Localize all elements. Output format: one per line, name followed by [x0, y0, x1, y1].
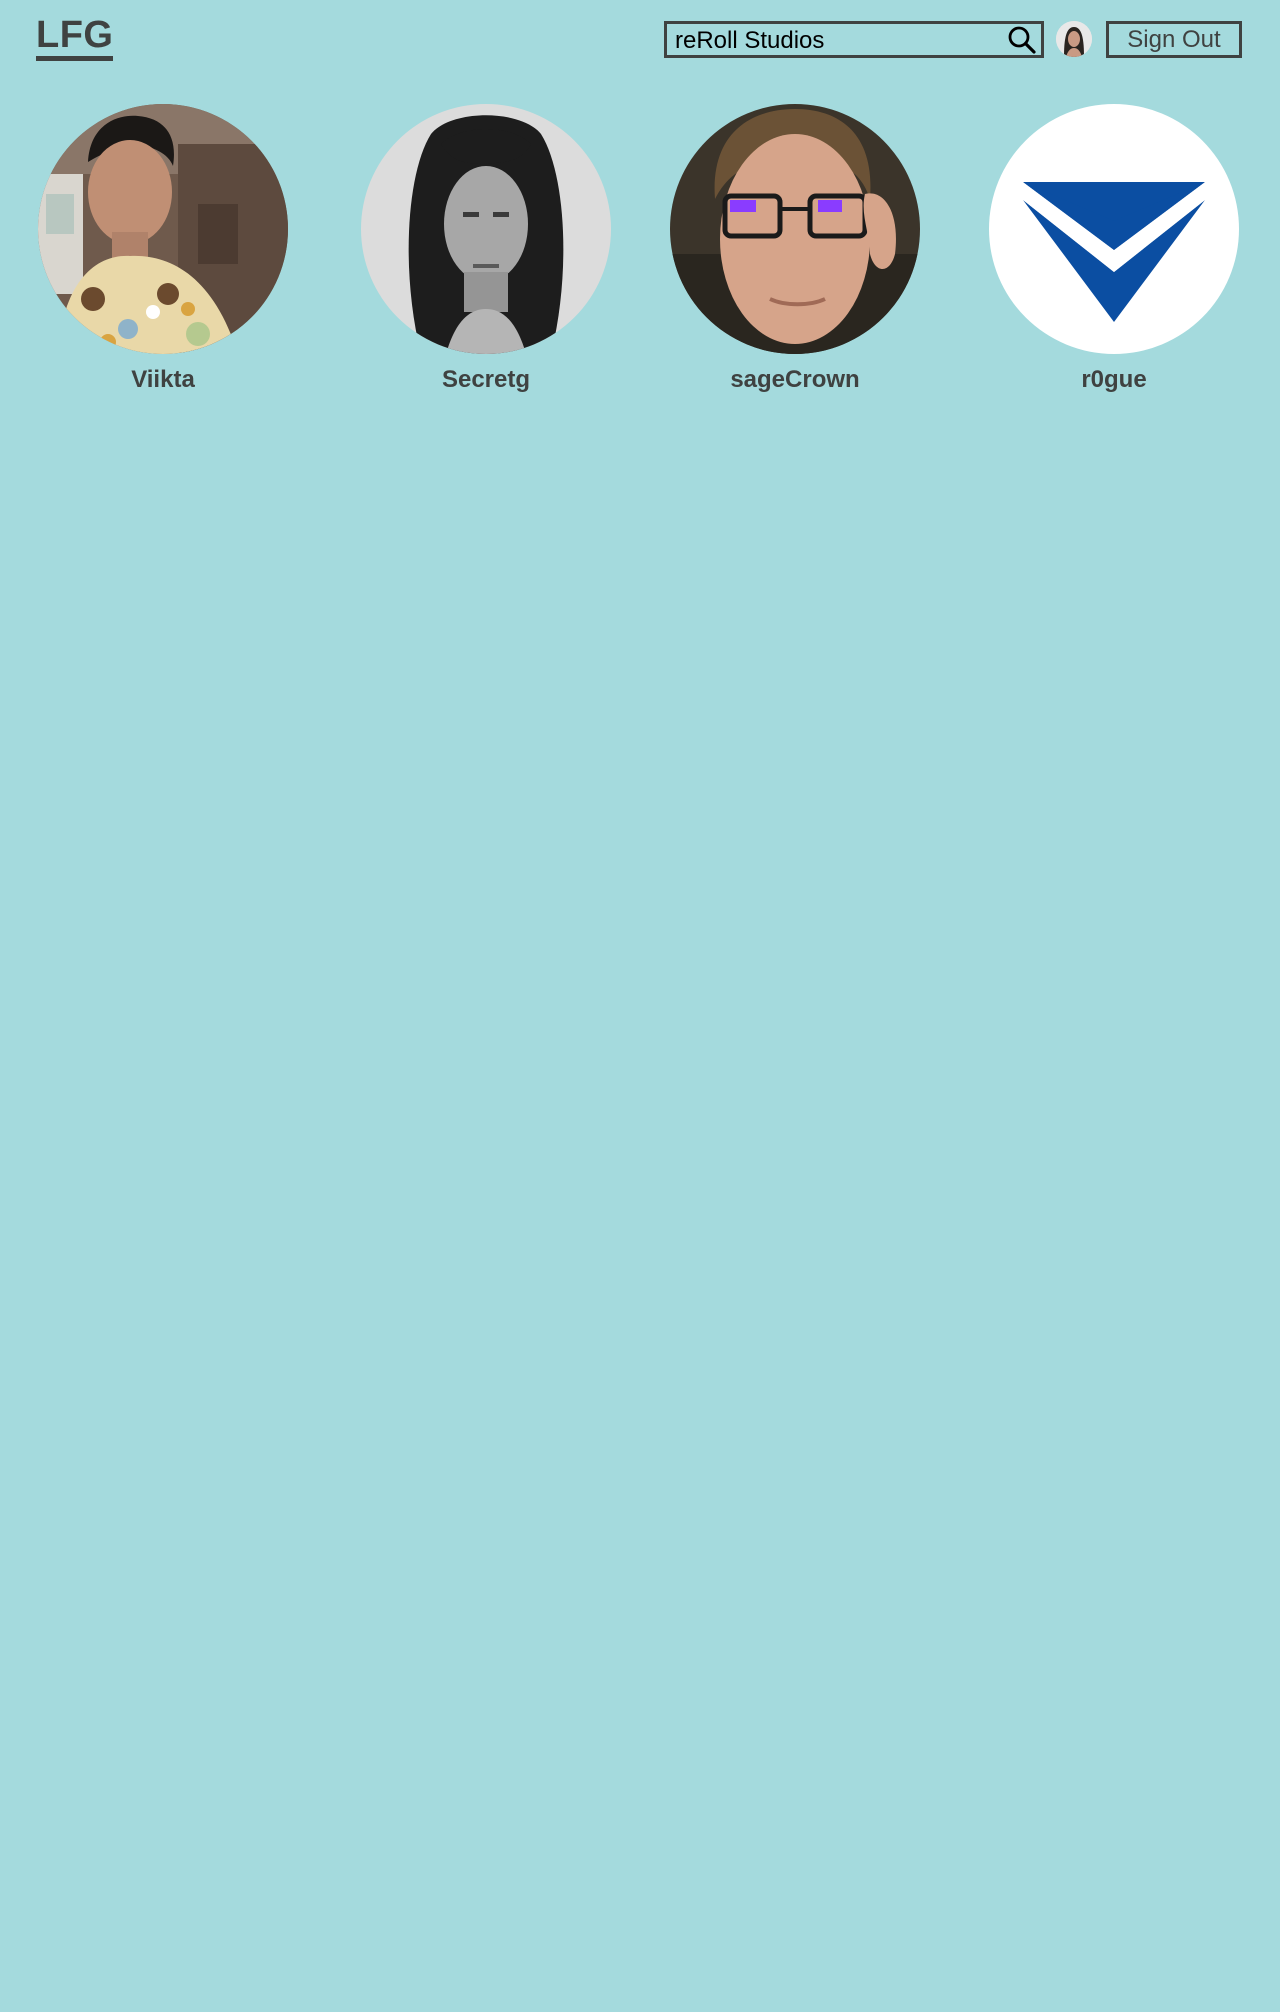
photo-man-floral-shirt [38, 104, 288, 354]
photo-man-long-hair-grayscale [361, 104, 611, 354]
member-name: Secretg [441, 366, 531, 393]
user-avatar-image [1056, 21, 1092, 57]
user-avatar[interactable] [1056, 21, 1092, 57]
search-input[interactable] [667, 24, 997, 55]
sign-out-button[interactable]: Sign Out [1106, 21, 1242, 58]
member-name: r0gue [1081, 366, 1147, 393]
blue-chevron-logo [989, 104, 1239, 354]
member-card-sagecrown[interactable]: sageCrown [670, 104, 920, 394]
logo-link[interactable]: LFG [36, 16, 114, 61]
member-card-secretg[interactable]: Secretg [361, 104, 611, 394]
photo-man-glasses [670, 104, 920, 354]
search-button[interactable] [1007, 25, 1037, 54]
member-name: sageCrown [730, 366, 860, 393]
search-box [664, 21, 1044, 58]
header: LFG Sign Out [0, 0, 1280, 80]
search-icon [1008, 26, 1036, 54]
member-avatar [670, 104, 920, 354]
member-card-r0gue[interactable]: r0gue [989, 104, 1239, 394]
member-avatar [989, 104, 1239, 354]
member-avatar [361, 104, 611, 354]
member-name: Viikta [131, 366, 195, 393]
member-card-viikta[interactable]: Viikta [38, 104, 288, 394]
member-avatar [38, 104, 288, 354]
